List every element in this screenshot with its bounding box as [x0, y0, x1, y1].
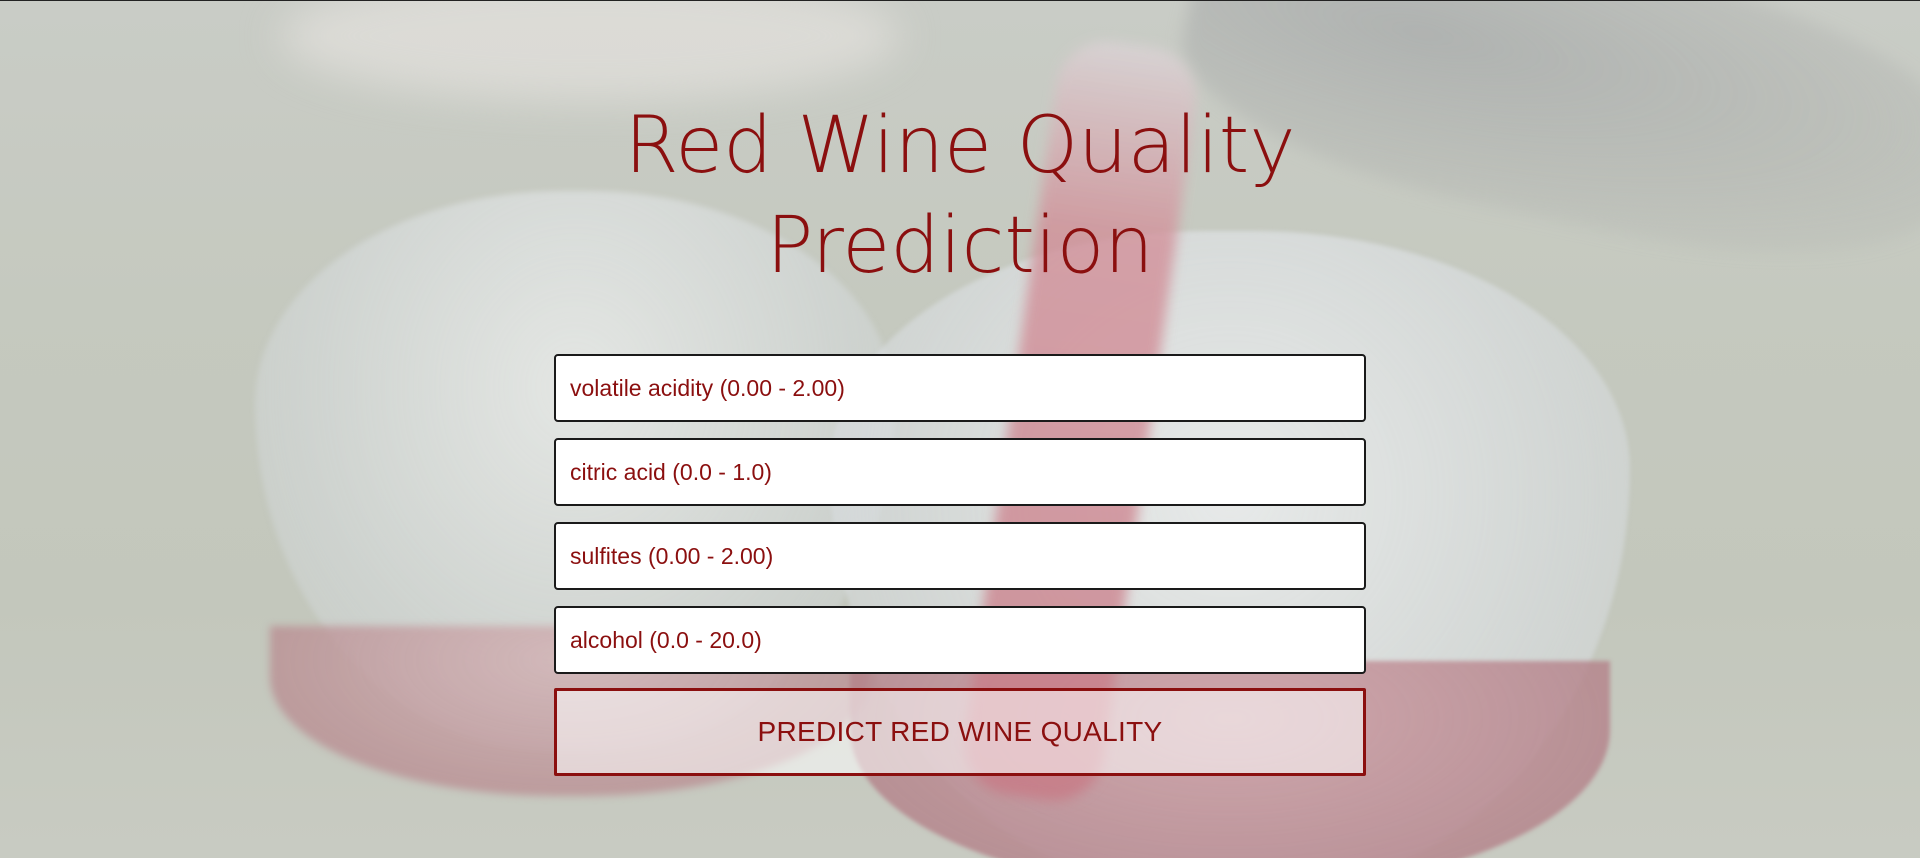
alcohol-input[interactable]	[554, 606, 1366, 674]
prediction-form: PREDICT RED WINE QUALITY	[554, 354, 1366, 776]
page-title: Red Wine Quality Prediction	[624, 101, 1296, 291]
sulfites-input[interactable]	[554, 522, 1366, 590]
main-content: Red Wine Quality Prediction PREDICT RED …	[0, 1, 1920, 776]
volatile-acidity-input[interactable]	[554, 354, 1366, 422]
predict-button[interactable]: PREDICT RED WINE QUALITY	[554, 688, 1366, 776]
citric-acid-input[interactable]	[554, 438, 1366, 506]
